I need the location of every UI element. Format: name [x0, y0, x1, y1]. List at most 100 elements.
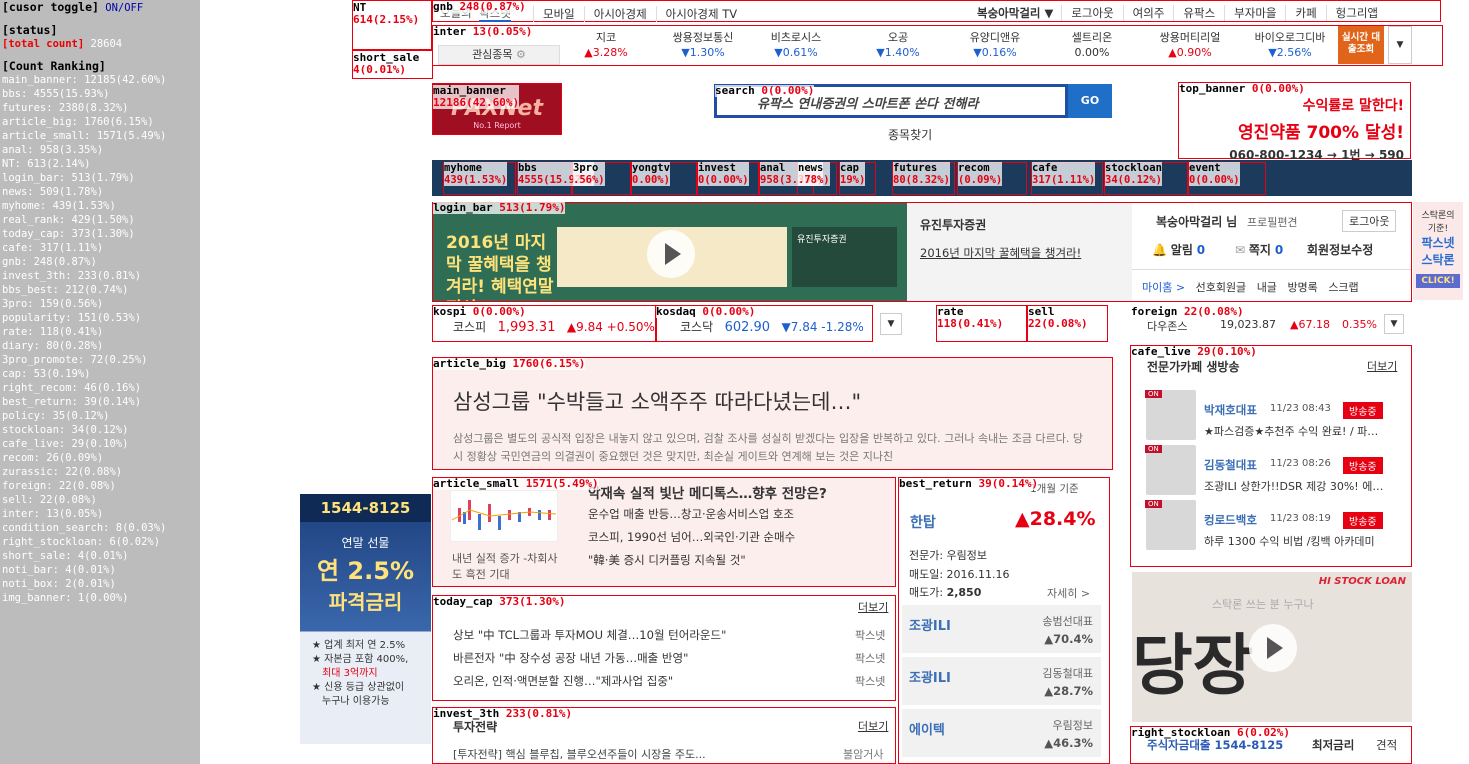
- gnb-label: gnb 248(0.87%): [433, 0, 526, 13]
- best-return-item-name[interactable]: 조광ILI: [909, 667, 951, 686]
- user-name: 복숭아막걸리: [1156, 215, 1223, 229]
- cursor-toggle-label: [cusor toggle]: [2, 0, 99, 14]
- foreign-label: foreign 22(0.08%): [1131, 305, 1244, 318]
- play-icon[interactable]: [1249, 624, 1297, 672]
- upax-link[interactable]: 유팍스: [1173, 5, 1224, 21]
- best-return-item[interactable]: 조광ILI 송범선대표 ▲70.4%: [902, 605, 1101, 653]
- ranking-label: [Count Ranking]: [2, 59, 106, 73]
- promo-link[interactable]: 2016년 마지막 꿀혜택을 챙겨라!: [920, 245, 1081, 261]
- nav-label-count: .78%): [798, 174, 830, 186]
- dow-value: 19,023.87: [1220, 318, 1276, 331]
- market-expand-icon[interactable]: ▼: [880, 313, 902, 335]
- today-cap-more-link[interactable]: 더보기: [858, 599, 888, 615]
- nav-label-name: yongtv: [632, 162, 670, 174]
- ranking-item: right_stockloan: 6(0.02%): [2, 536, 161, 548]
- foreign-expand-icon[interactable]: ▼: [1384, 314, 1404, 334]
- article-small-item[interactable]: 코스피, 1990선 넘어…외국인·기관 순매수: [588, 529, 795, 545]
- ticker-change: ▼0.61%: [774, 46, 818, 59]
- nav-label-name: news: [798, 162, 824, 174]
- ticker-item[interactable]: 비츠로시스 ▼0.61%: [756, 30, 836, 60]
- ticker-item[interactable]: 쌍용정보통신 ▼1.30%: [663, 30, 743, 60]
- ticker-item[interactable]: 지코 ▲3.28%: [566, 30, 646, 60]
- ticker-change: ▲0.90%: [1168, 46, 1212, 59]
- realtime-loan-button[interactable]: 실시간 대출조회: [1338, 26, 1384, 64]
- search-go-button[interactable]: GO: [1068, 84, 1112, 118]
- best-return-item-name[interactable]: 에이텍: [909, 719, 945, 738]
- best-return-percent: ▲28.4%: [1015, 508, 1096, 530]
- today-cap-item[interactable]: 오리온, 인적·액면분할 진행…"제과사업 집중": [453, 673, 673, 689]
- nav-label-name: cap: [840, 162, 859, 174]
- ticker-item[interactable]: 오공 ▼1.40%: [858, 30, 938, 60]
- invest-3th-title: 투자전략: [453, 720, 498, 734]
- article-small-item[interactable]: "韓·美 증시 디커플링 지속될 것": [588, 552, 746, 568]
- ticker-expand-icon[interactable]: ▼: [1388, 26, 1412, 64]
- best-return-item-name[interactable]: 조광ILI: [909, 615, 951, 634]
- cafe-live-more-link[interactable]: 더보기: [1367, 358, 1397, 374]
- best-return-item-percent: ▲70.4%: [1044, 632, 1093, 646]
- ranking-item: news: 509(1.78%): [2, 186, 104, 198]
- best-return-item[interactable]: 조광ILI 김동철대표 ▲28.7%: [902, 657, 1101, 705]
- login-bar-label: login_bar 513(1.79%): [433, 201, 566, 214]
- gnb-link-mobile[interactable]: 모바일: [533, 6, 584, 22]
- note-link[interactable]: 쪽지: [1249, 243, 1271, 257]
- search-label: search 0(0.00%): [715, 84, 815, 97]
- gnb-link-asiae[interactable]: 아시아경제: [583, 6, 656, 22]
- ranking-item: diary: 80(0.28%): [2, 340, 104, 352]
- cafe-link[interactable]: 카페: [1285, 5, 1325, 21]
- guestbook-link[interactable]: 방명록: [1287, 281, 1317, 294]
- invest-3th-more-link[interactable]: 더보기: [858, 718, 888, 734]
- alarm-link[interactable]: 알림: [1171, 243, 1193, 257]
- expert-message[interactable]: ★파스검증★추천주 수익 완료! / 파…: [1204, 423, 1404, 439]
- yeouiju-link[interactable]: 여의주: [1122, 5, 1174, 21]
- best-return-more-link[interactable]: 자세히 >: [1047, 585, 1090, 601]
- best-return-stock[interactable]: 한탑: [910, 512, 936, 532]
- article-small-label: article_small 1571(5.49%): [433, 477, 599, 490]
- gnb-link-asiae-tv[interactable]: 아시아경제 TV: [655, 6, 746, 22]
- nav-label-name: myhome: [444, 162, 482, 174]
- cursor-toggle[interactable]: ON/OFF: [105, 2, 143, 14]
- best-return-item[interactable]: 에이텍 우림정보 ▲46.3%: [902, 709, 1101, 757]
- logout-button[interactable]: 로그아웃: [1342, 210, 1397, 232]
- ranking-item: invest_3th: 233(0.81%): [2, 270, 142, 282]
- nav-label-count: 19%): [840, 174, 866, 186]
- logout-link[interactable]: 로그아웃: [1061, 5, 1122, 21]
- hungryapp-link[interactable]: 헝그리앱: [1325, 5, 1387, 21]
- article-small-chart-thumb[interactable]: [450, 490, 558, 542]
- ranking-item: gnb: 248(0.87%): [2, 256, 97, 268]
- left-loan-ad[interactable]: 1544-8125 연말 선물 연 2.5% 파격금리 ★ 업계 최저 연 2.…: [300, 494, 431, 744]
- click-button[interactable]: CLICK!: [1416, 274, 1460, 288]
- expert-name[interactable]: 박재호대표: [1204, 402, 1257, 418]
- ranking-item: right_recom: 46(0.16%): [2, 382, 142, 394]
- ticker-item[interactable]: 바이오로그디바 ▼2.56%: [1250, 30, 1330, 60]
- ranking-item: noti_bar: 4(0.01%): [2, 564, 116, 576]
- profile-link[interactable]: 프로필편견: [1247, 216, 1298, 229]
- gnb-right: 복숭아막걸리 ▼ 로그아웃 여의주 유팍스 부자마을 카페 헝그리앱: [977, 5, 1387, 21]
- ticker-item[interactable]: 쌍용머티리얼 ▲0.90%: [1150, 30, 1230, 60]
- invest-3th-item[interactable]: [투자전략] 핵심 블루칩, 블루오션주들이 시장을 주도...: [453, 746, 706, 762]
- article-big-title[interactable]: 삼성그룹 "수박들고 소액주주 따라다녔는데…": [453, 386, 861, 416]
- watchlist-button[interactable]: 관심종목 ⚙: [438, 45, 560, 65]
- ticker-name: 쌍용정보통신: [672, 31, 734, 44]
- expert-name[interactable]: 김동철대표: [1204, 457, 1257, 473]
- bujamaeul-link[interactable]: 부자마을: [1224, 5, 1285, 21]
- find-stock-link[interactable]: 종목찾기: [888, 126, 932, 143]
- ranking-item: myhome: 439(1.53%): [2, 200, 116, 212]
- expert-message[interactable]: 조광ILI 상한가!!DSR 제강 30%! 에…: [1204, 478, 1404, 494]
- today-cap-item[interactable]: 바른전자 "中 장수성 공장 내년 가동…매출 반영": [453, 650, 688, 666]
- ticker-item[interactable]: 셀트리온 0.00%: [1052, 30, 1132, 60]
- my-posts-link[interactable]: 내글: [1257, 281, 1277, 294]
- scrap-link[interactable]: 스크랩: [1328, 281, 1358, 294]
- today-cap-item[interactable]: 상보 "中 TCL그룹과 투자MOU 체결…10월 턴어라운드": [453, 627, 726, 643]
- pref-member-link[interactable]: 선호회원글: [1196, 281, 1247, 294]
- member-edit-link[interactable]: 회원정보수정: [1307, 241, 1373, 258]
- stockloan-side-ad[interactable]: 스탁론의 기준! 팍스넷 스탁론 CLICK!: [1413, 202, 1463, 300]
- article-small-item[interactable]: 운수업 매출 반등…창고·운송서비스업 호조: [588, 506, 794, 522]
- stockloan-video[interactable]: HI STOCK LOAN 스탁론 쓰는 분 누구나 당장: [1132, 572, 1412, 722]
- ticker-item[interactable]: 유양디앤유 ▼0.16%: [955, 30, 1035, 60]
- bell-icon: 🔔: [1152, 243, 1167, 257]
- expert-name[interactable]: 컹로드백호: [1204, 512, 1257, 528]
- expert-message[interactable]: 하루 1300 수익 비법 /킹백 아카데미: [1204, 533, 1404, 549]
- myhome-link[interactable]: 마이홈 >: [1142, 281, 1185, 294]
- user-menu[interactable]: 복숭아막걸리 ▼: [977, 6, 1061, 20]
- article-small-title[interactable]: 악재속 실적 빛난 메디톡스…향후 전망은?: [588, 482, 827, 502]
